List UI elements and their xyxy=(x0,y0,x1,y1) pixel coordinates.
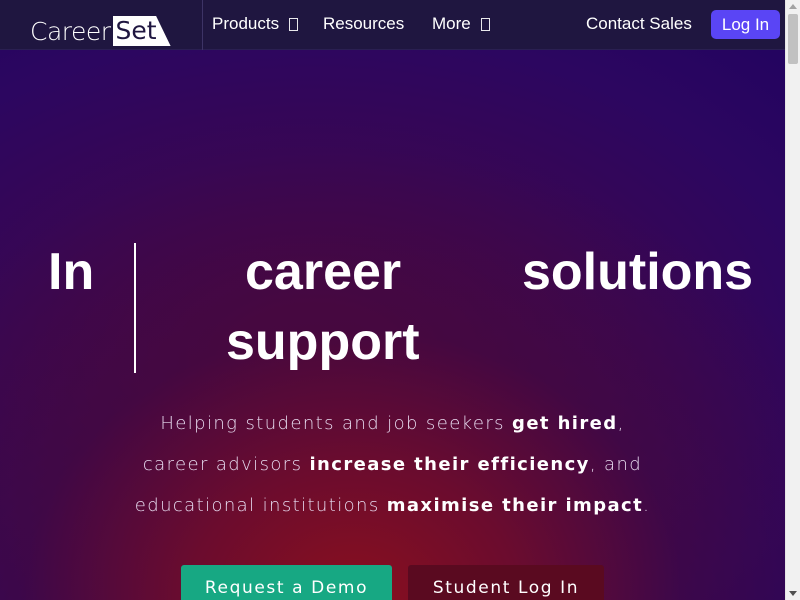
subtext-segment: , xyxy=(617,413,625,434)
headline-word: solutions xyxy=(522,243,754,301)
subtext-segment: , and xyxy=(589,454,643,475)
chevron-down-icon xyxy=(289,17,299,31)
nav-more[interactable]: More xyxy=(432,14,490,34)
nav-products[interactable]: Products xyxy=(212,14,299,34)
nav-products-label: Products xyxy=(212,14,280,33)
nav-resources-label: Resources xyxy=(323,14,405,33)
hero-subtext-line: Helping students and job seekers get hir… xyxy=(0,413,785,434)
request-demo-button[interactable]: Request a Demo xyxy=(181,565,392,600)
hero-subtext-line: educational institutions maximise their … xyxy=(0,495,785,516)
scroll-down-arrow-icon[interactable] xyxy=(789,591,797,596)
subtext-segment: . xyxy=(643,495,651,516)
scroll-up-arrow-icon[interactable] xyxy=(789,4,797,9)
contact-sales-label: Contact Sales xyxy=(586,14,692,33)
headline-word: career xyxy=(245,243,402,301)
headline-word: In xyxy=(48,243,95,301)
chevron-down-icon xyxy=(480,17,490,31)
nav-contact-sales[interactable]: Contact Sales xyxy=(586,14,692,34)
student-login-button[interactable]: Student Log In xyxy=(408,565,604,600)
subtext-segment: career advisors xyxy=(142,454,310,475)
top-navbar: Career Set Products Resources More Conta… xyxy=(0,0,785,50)
subtext-segment: educational institutions xyxy=(134,495,387,516)
page-scrollbar[interactable] xyxy=(785,0,800,600)
nav-divider xyxy=(202,0,203,50)
nav-more-label: More xyxy=(432,14,471,33)
subtext-segment: Helping students and job seekers xyxy=(160,413,513,434)
careerset-logo[interactable]: Career Set xyxy=(30,15,171,47)
subtext-highlight: increase their efficiency xyxy=(309,454,590,475)
scrollbar-thumb[interactable] xyxy=(788,14,798,64)
typing-cursor xyxy=(134,243,136,373)
headline-word: support xyxy=(226,313,420,371)
subtext-highlight: maximise their impact xyxy=(386,495,644,516)
login-button[interactable]: Log In xyxy=(711,10,780,39)
logo-career-text: Career xyxy=(30,16,111,46)
subtext-highlight: get hired xyxy=(512,413,618,434)
hero-section: In career solutions support Helping stud… xyxy=(0,0,785,600)
nav-resources[interactable]: Resources xyxy=(323,14,404,34)
logo-set-text: Set xyxy=(112,16,171,46)
hero-subtext-line: career advisors increase their efficienc… xyxy=(0,454,785,475)
